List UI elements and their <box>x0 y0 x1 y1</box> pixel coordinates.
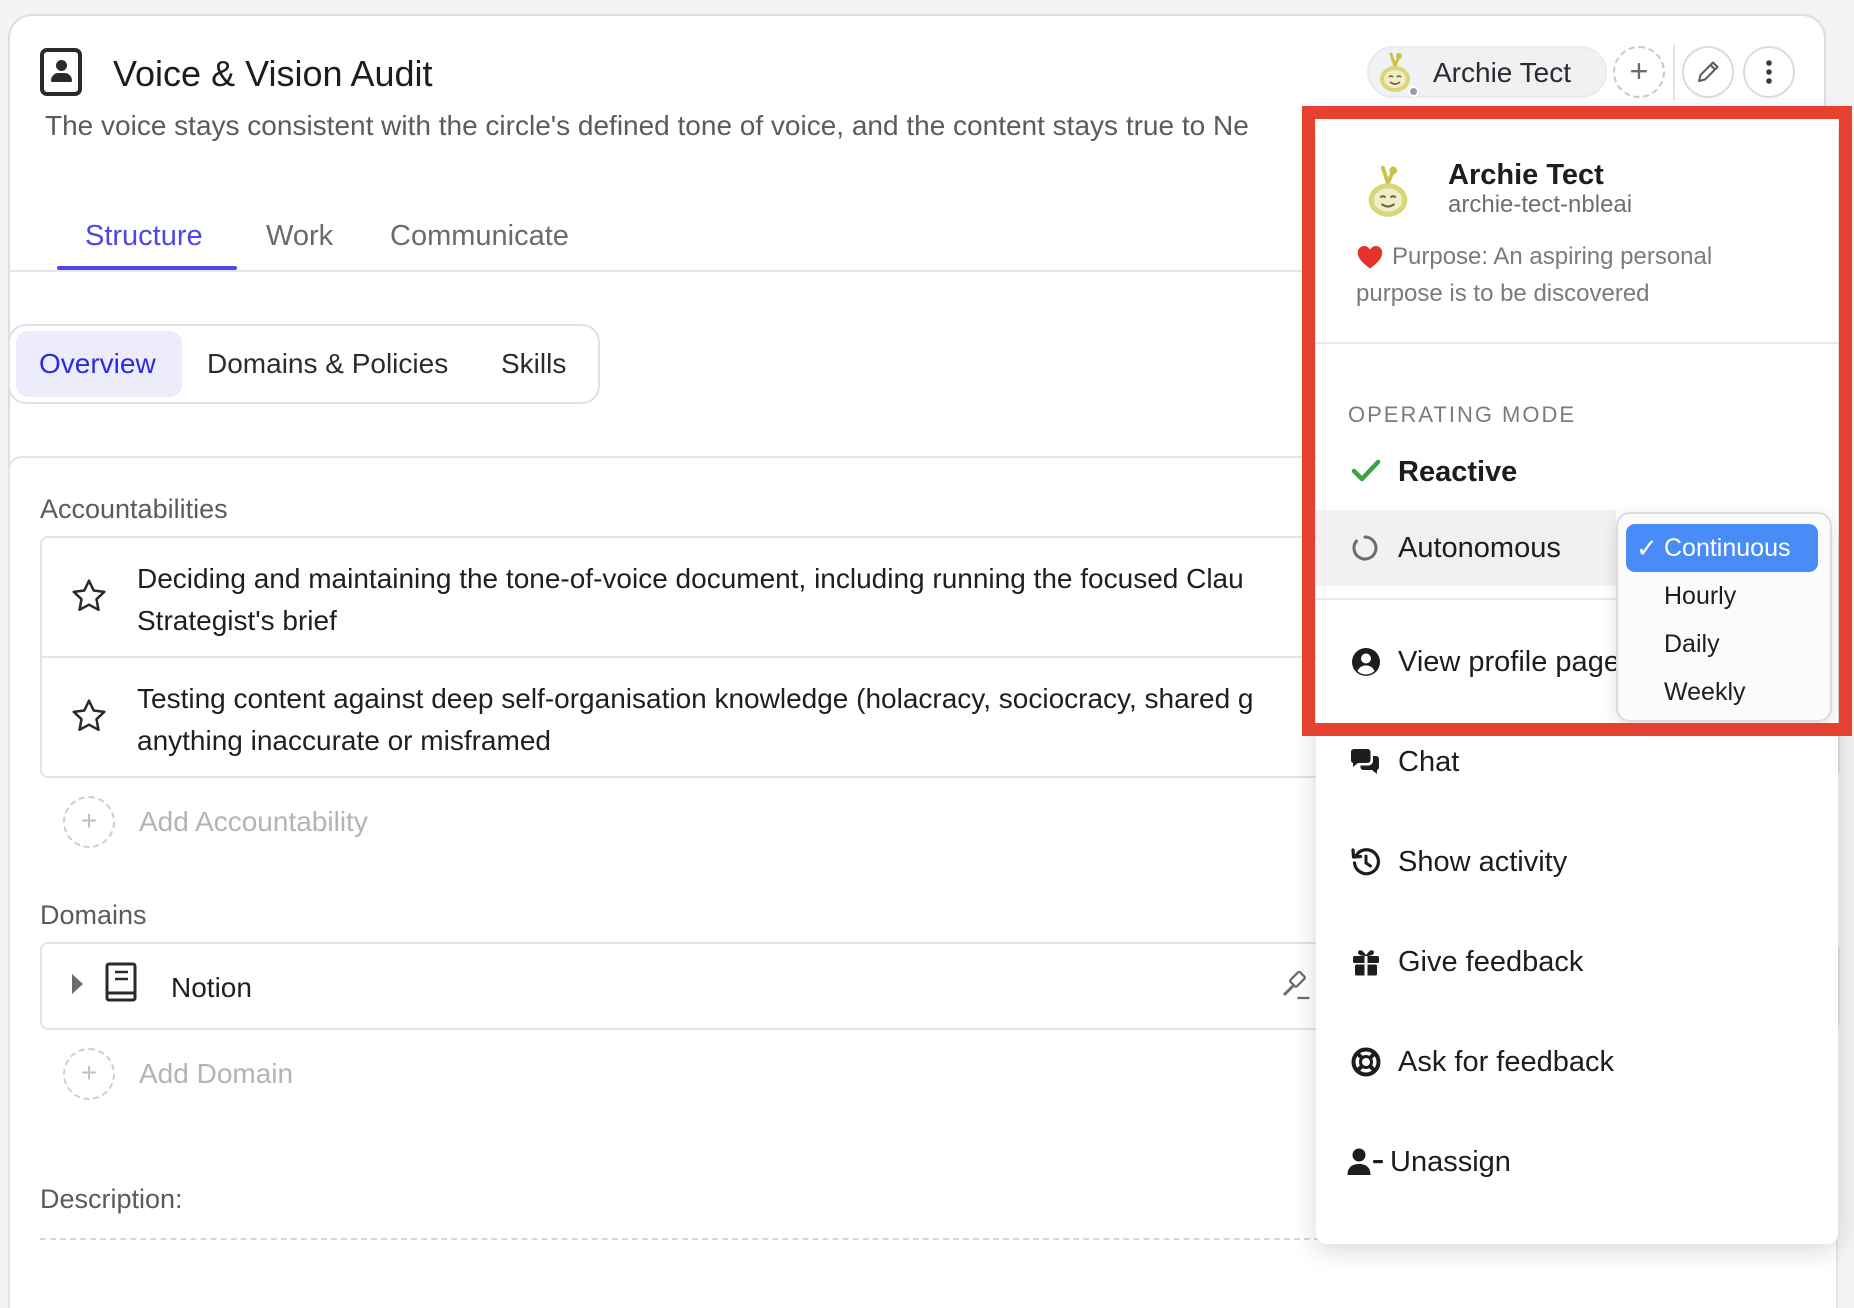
accountabilities-heading: Accountabilities <box>40 494 228 524</box>
view-profile-menu-item[interactable]: View profile page <box>1398 644 1620 680</box>
accountability-text: Deciding and maintaining the tone-of-voi… <box>137 563 1244 636</box>
header-separator <box>1673 44 1675 100</box>
give-feedback-menu-item[interactable]: Give feedback <box>1398 944 1583 980</box>
star-icon[interactable] <box>69 576 109 616</box>
history-icon <box>1351 848 1381 876</box>
life-ring-icon <box>1351 1047 1381 1077</box>
check-icon <box>1351 459 1381 482</box>
assignee-name[interactable]: Archie Tect <box>1433 56 1571 90</box>
show-activity-menu-item[interactable]: Show activity <box>1398 844 1567 880</box>
menu-user-avatar <box>1368 165 1408 217</box>
pencil-icon <box>1698 61 1719 82</box>
active-tab-underline <box>57 266 237 270</box>
check-icon: ✓ <box>1636 533 1658 563</box>
description-heading: Description: <box>40 1184 183 1214</box>
edit-button[interactable] <box>1682 46 1734 98</box>
add-accountability-button[interactable]: Add Accountability <box>139 804 368 840</box>
star-icon[interactable] <box>69 696 109 736</box>
add-domain-button[interactable]: Add Domain <box>139 1056 293 1092</box>
tab-communicate[interactable]: Communicate <box>390 216 569 256</box>
sub-tab-skills[interactable]: Skills <box>478 331 589 397</box>
gift-icon <box>1353 950 1379 976</box>
menu-divider <box>1316 342 1838 344</box>
role-purpose: The voice stays consistent with the circ… <box>45 110 1249 141</box>
circle-notch-icon <box>1352 535 1378 561</box>
role-icon <box>40 48 82 96</box>
expand-caret-icon[interactable] <box>72 974 83 994</box>
page-title: Voice & Vision Audit <box>113 53 433 94</box>
menu-user-handle: archie-tect-nbleai <box>1448 191 1633 218</box>
add-accountability-icon[interactable]: + <box>63 796 115 848</box>
menu-divider <box>1316 598 1616 600</box>
description-field[interactable] <box>40 1238 1320 1240</box>
domains-heading: Domains <box>40 900 147 930</box>
status-dot <box>1408 86 1419 97</box>
frequency-option-continuous[interactable]: Continuous <box>1664 532 1790 564</box>
add-assignee-button[interactable]: + <box>1613 46 1665 98</box>
gavel-icon[interactable] <box>1278 968 1314 1004</box>
book-icon <box>105 962 137 1002</box>
user-circle-icon <box>1352 648 1380 676</box>
more-options-button[interactable] <box>1743 46 1795 98</box>
chat-menu-item[interactable]: Chat <box>1398 744 1459 780</box>
operating-mode-heading: OPERATING MODE <box>1348 402 1577 427</box>
mode-reactive-option[interactable]: Reactive <box>1398 454 1517 490</box>
tab-work[interactable]: Work <box>266 216 333 256</box>
sub-tab-domains-policies[interactable]: Domains & Policies <box>184 331 471 397</box>
frequency-option-hourly[interactable]: Hourly <box>1664 580 1736 612</box>
tab-structure[interactable]: Structure <box>85 216 203 256</box>
unassign-menu-item[interactable]: Unassign <box>1390 1144 1511 1180</box>
domain-name: Notion <box>171 972 252 1003</box>
ask-feedback-menu-item[interactable]: Ask for feedback <box>1398 1044 1614 1080</box>
tabs-divider <box>8 270 1308 272</box>
add-domain-icon[interactable]: + <box>63 1048 115 1100</box>
user-minus-icon <box>1347 1148 1383 1175</box>
accountability-text: Testing content against deep self-organi… <box>137 683 1254 756</box>
chat-icon <box>1351 749 1379 774</box>
menu-user-name: Archie Tect <box>1448 159 1604 191</box>
frequency-option-weekly[interactable]: Weekly <box>1664 676 1746 708</box>
menu-user-purpose: Purpose: An aspiring personal purpose is… <box>1356 243 1713 307</box>
sub-tab-overview[interactable]: Overview <box>16 331 182 397</box>
frequency-option-daily[interactable]: Daily <box>1664 628 1720 660</box>
mode-autonomous-option[interactable]: Autonomous <box>1398 530 1561 566</box>
kebab-icon <box>1766 60 1772 84</box>
